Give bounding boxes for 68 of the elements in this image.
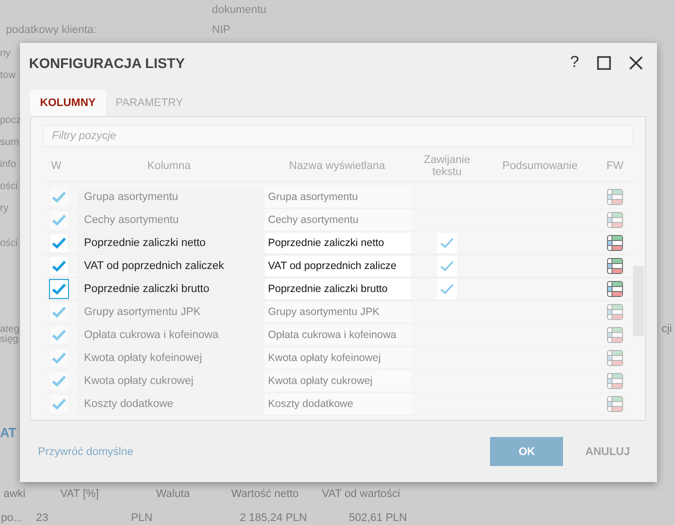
- display-name-field[interactable]: Opłata cukrowa i kofeinowa: [265, 325, 411, 345]
- label-fragment: pocz: [0, 114, 19, 128]
- column-name-cell: Poprzednie zaliczki brutto: [78, 278, 263, 300]
- column-name-cell: Poprzednie zaliczki netto: [78, 232, 263, 254]
- display-name-field[interactable]: Grupy asortymentu JPK: [265, 302, 411, 322]
- label-fragment: sięg: [0, 334, 18, 347]
- tab[interactable]: KOLUMNY: [30, 90, 106, 116]
- table-layout-icon[interactable]: [607, 373, 623, 389]
- dialog-title: KONFIGURACJA LISTY: [29, 55, 185, 71]
- table-cell-text: 2 185,24 PLN: [238, 512, 308, 524]
- display-name-field[interactable]: Grupa asortymentu: [265, 187, 411, 207]
- section-title: AT: [0, 425, 18, 440]
- column-header: Nazwa wyświetlana: [288, 160, 386, 172]
- restore-defaults-link[interactable]: Przywróć domyślne: [38, 446, 134, 458]
- label-fragment: sum: [0, 136, 19, 150]
- label-fragment: info: [0, 158, 18, 172]
- wrap-checkbox[interactable]: [437, 279, 457, 299]
- table-cell-text: PLN: [130, 512, 154, 524]
- table-layout-icon[interactable]: [607, 281, 623, 297]
- wrap-checkbox[interactable]: [437, 256, 457, 276]
- table-layout-icon[interactable]: [607, 235, 623, 251]
- client-tax-label: podatkowy klienta:: [6, 24, 98, 38]
- column-header: Podsumowanie: [501, 160, 579, 172]
- ok-button[interactable]: OK: [490, 437, 564, 466]
- table-header: Waluta: [155, 488, 191, 500]
- table-layout-icon[interactable]: [607, 327, 623, 343]
- display-name-field[interactable]: Poprzednie zaliczki brutto: [265, 279, 411, 299]
- display-name-field[interactable]: Kwota opłaty kofeinowej: [265, 348, 411, 368]
- table-cell-text: 23: [35, 512, 50, 524]
- column-header: W: [50, 160, 62, 172]
- label-fragment: ości: [0, 237, 19, 251]
- column-name-cell: VAT od poprzednich zaliczek: [78, 256, 263, 276]
- column-header: Zawijanie tekstu: [422, 154, 472, 178]
- close-icon[interactable]: [629, 56, 643, 70]
- table-header: VAT [%]: [59, 488, 100, 500]
- table-layout-icon[interactable]: [607, 350, 623, 366]
- display-name-field[interactable]: Poprzednie zaliczki netto: [265, 233, 411, 253]
- table-layout-icon[interactable]: [607, 258, 623, 274]
- label-fragment: ateg: [0, 323, 19, 335]
- table-header: Wartość netto: [230, 488, 300, 500]
- label-fragment: ny: [0, 47, 12, 61]
- table-layout-icon[interactable]: [607, 304, 623, 320]
- label-fragment: tow: [0, 69, 17, 83]
- display-name-field[interactable]: VAT od poprzednich zalicze: [265, 256, 411, 276]
- table-cell-text: 502,61 PLN: [348, 512, 408, 524]
- table-header: awki: [2, 488, 26, 500]
- display-name-field[interactable]: Kwota opłaty cukrowej: [265, 371, 411, 391]
- wrap-checkbox[interactable]: [437, 233, 457, 253]
- table-cell-text: po...: [0, 512, 24, 524]
- field-value: NIP: [212, 24, 232, 36]
- label-fragment: ry: [0, 202, 10, 216]
- tab[interactable]: PARAMETRY: [106, 90, 194, 116]
- display-name-field[interactable]: Cechy asortymentu: [265, 210, 411, 230]
- table-header: VAT od wartości: [320, 488, 402, 500]
- column-header: Kolumna: [146, 160, 192, 172]
- table-layout-icon[interactable]: [607, 189, 623, 205]
- label-fragment: cji: [662, 323, 672, 337]
- checkbox[interactable]: [49, 279, 69, 299]
- help-button[interactable]: ?: [570, 54, 579, 72]
- column-header: FW: [605, 160, 625, 172]
- table-layout-icon[interactable]: [607, 212, 623, 228]
- maximize-icon[interactable]: [597, 56, 611, 70]
- display-name-field[interactable]: Koszty dodatkowe: [265, 394, 411, 414]
- field-value: dokumentu: [212, 4, 266, 16]
- filter-field[interactable]: Filtry pozycje: [43, 125, 633, 147]
- table-layout-icon[interactable]: [607, 396, 623, 412]
- cancel-button[interactable]: ANULUJ: [585, 446, 630, 458]
- label-fragment: ości: [0, 180, 19, 194]
